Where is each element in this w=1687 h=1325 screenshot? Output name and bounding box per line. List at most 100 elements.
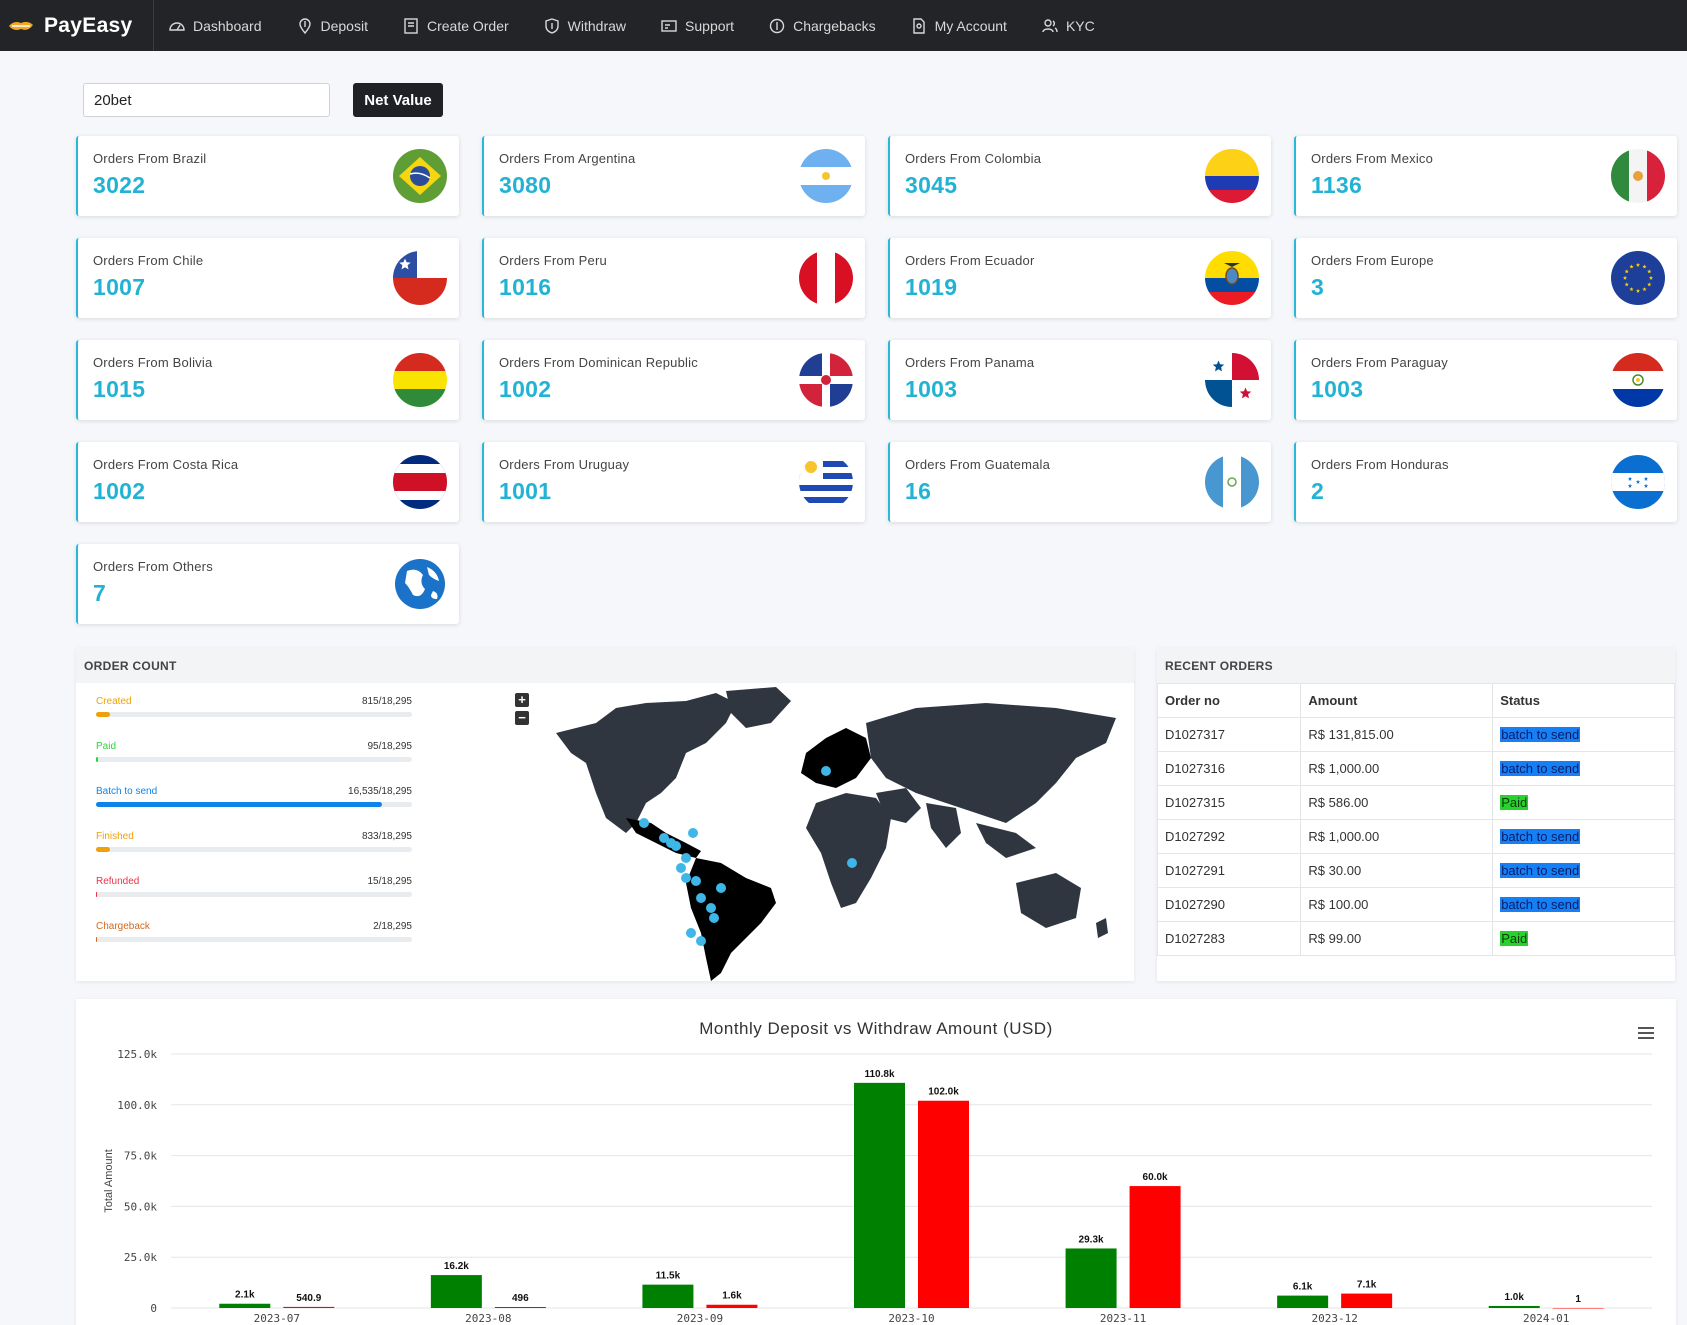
- bar-series-0: [1277, 1295, 1329, 1308]
- stat-card-globe[interactable]: Orders From Others 7: [76, 544, 459, 624]
- file-account-icon: [910, 17, 935, 35]
- status-name: Batch to send: [96, 786, 158, 797]
- table-row[interactable]: D1027290 R$ 100.00 batch to send: [1156, 887, 1675, 922]
- brand[interactable]: PayEasy: [0, 0, 154, 51]
- stat-card-colombia[interactable]: Orders From Colombia 3045: [888, 136, 1271, 216]
- card-value: 3: [1311, 274, 1325, 300]
- stat-card-uruguay[interactable]: Orders From Uruguay 1001: [482, 442, 865, 522]
- data-label: 6.1k: [1293, 1282, 1313, 1293]
- card-label: Orders From Ecuador: [905, 253, 1035, 268]
- status-progress-track: [96, 892, 412, 897]
- brand-name: PayEasy: [44, 13, 133, 37]
- flag-mexico-icon: [1611, 149, 1665, 203]
- card-value: 7: [93, 580, 107, 606]
- bar-series-1: [706, 1304, 758, 1308]
- chart-menu-icon[interactable]: [1638, 1027, 1654, 1041]
- order-status-finished: Finished 833/18,295: [96, 831, 412, 876]
- world-map[interactable]: [536, 683, 1176, 981]
- nav-item-support[interactable]: Support: [660, 17, 734, 35]
- card-label: Orders From Guatemala: [905, 457, 1051, 472]
- nav-item-withdraw[interactable]: Withdraw: [543, 17, 626, 35]
- y-axis-label: Total Amount: [103, 1149, 115, 1213]
- stat-card-costarica[interactable]: Orders From Costa Rica 1002: [76, 442, 459, 522]
- deposit-withdraw-chart: 0 25.0k 50.0k 75.0k 100.0k 125.0k Total Amount…: [76, 999, 1676, 1325]
- status-progress-fill: [96, 757, 98, 762]
- nav-item-kyc[interactable]: KYC: [1041, 17, 1095, 35]
- card-label: Orders From Paraguay: [1311, 355, 1448, 370]
- map-greenland: [726, 687, 791, 728]
- order-status-cell: Paid: [1492, 785, 1675, 820]
- status-progress-fill: [96, 802, 382, 807]
- status-name: Chargeback: [96, 921, 150, 932]
- flag-guatemala-icon: [1205, 455, 1259, 509]
- nav-item-dashboard[interactable]: Dashboard: [168, 17, 262, 35]
- ticket-icon: [660, 17, 685, 35]
- card-value: 1136: [1311, 172, 1363, 198]
- status-name: Created: [96, 696, 132, 707]
- status-progress-track: [96, 847, 412, 852]
- data-label: 29.3k: [1079, 1234, 1104, 1245]
- flag-colombia-icon: [1205, 149, 1259, 203]
- table-row[interactable]: D1027291 R$ 30.00 batch to send: [1156, 853, 1675, 888]
- flag-panama-icon: [1205, 353, 1259, 407]
- stat-card-bolivia[interactable]: Orders From Bolivia 1015: [76, 340, 459, 420]
- y-tick-label: 25.0k: [124, 1251, 157, 1264]
- stat-card-paraguay[interactable]: Orders From Paraguay 1003: [1294, 340, 1677, 420]
- stat-card-guatemala[interactable]: Orders From Guatemala 16: [888, 442, 1271, 522]
- data-label: 60.0k: [1143, 1172, 1168, 1183]
- stat-card-honduras[interactable]: Orders From Honduras 2: [1294, 442, 1677, 522]
- order-status-cell: batch to send: [1492, 717, 1675, 752]
- map-europe: [801, 728, 871, 788]
- status-badge: batch to send: [1500, 829, 1581, 844]
- column-header-amount: Amount: [1300, 683, 1494, 718]
- merchant-input[interactable]: [83, 83, 330, 117]
- status-name: Finished: [96, 831, 134, 842]
- status-count: 815/18,295: [361, 696, 412, 707]
- stat-card-chile[interactable]: Orders From Chile 1007: [76, 238, 459, 318]
- card-label: Orders From Peru: [499, 253, 607, 268]
- order-status-cell: Paid: [1492, 921, 1675, 956]
- brand-logo-icon: [9, 21, 33, 30]
- card-label: Orders From Brazil: [93, 151, 207, 166]
- bar-series-1: [283, 1306, 335, 1308]
- net-value-button[interactable]: Net Value: [353, 83, 443, 117]
- table-row[interactable]: D1027315 R$ 586.00 Paid: [1156, 785, 1675, 820]
- bar-series-0: [642, 1284, 694, 1308]
- order-status-chargeback: Chargeback 2/18,295: [96, 921, 412, 966]
- flag-globe-icon: [393, 557, 447, 611]
- order-number: D1027316: [1156, 751, 1302, 786]
- stat-card-argentina[interactable]: Orders From Argentina 3080: [482, 136, 865, 216]
- status-badge: Paid: [1500, 931, 1529, 946]
- order-status-created: Created 815/18,295: [96, 696, 412, 741]
- table-row[interactable]: D1027292 R$ 1,000.00 batch to send: [1156, 819, 1675, 854]
- stat-card-panama[interactable]: Orders From Panama 1003: [888, 340, 1271, 420]
- stat-card-brazil[interactable]: Orders From Brazil 3022: [76, 136, 459, 216]
- nav-label: Dashboard: [193, 17, 262, 34]
- stat-card-ecuador[interactable]: Orders From Ecuador 1019: [888, 238, 1271, 318]
- order-amount: R$ 30.00: [1300, 853, 1494, 888]
- stat-card-dominican[interactable]: Orders From Dominican Republic 1002: [482, 340, 865, 420]
- stat-card-peru[interactable]: Orders From Peru 1016: [482, 238, 865, 318]
- table-row[interactable]: D1027316 R$ 1,000.00 batch to send: [1156, 751, 1675, 786]
- y-tick-label: 125.0k: [117, 1048, 157, 1061]
- x-tick-label: 2023-07: [254, 1312, 300, 1325]
- stat-card-mexico[interactable]: Orders From Mexico 1136: [1294, 136, 1677, 216]
- status-badge: Paid: [1500, 795, 1529, 810]
- map-zoom-out-button[interactable]: −: [515, 711, 529, 725]
- order-number: D1027283: [1156, 921, 1302, 956]
- nav-item-chargebacks[interactable]: Chargebacks: [768, 17, 876, 35]
- map-zoom-in-button[interactable]: +: [515, 693, 529, 707]
- nav-item-create-order[interactable]: Create Order: [402, 17, 509, 35]
- nav-item-deposit[interactable]: Deposit: [296, 17, 368, 35]
- card-value: 1003: [1311, 376, 1364, 402]
- x-tick-label: 2023-11: [1100, 1312, 1146, 1325]
- table-row[interactable]: D1027283 R$ 99.00 Paid: [1156, 921, 1675, 956]
- nav-item-my-account[interactable]: My Account: [910, 17, 1007, 35]
- order-number: D1027290: [1156, 887, 1302, 922]
- stat-card-europe[interactable]: Orders From Europe 3: [1294, 238, 1677, 318]
- nav-menu: Dashboard Deposit Create Order Withdraw Supp…: [154, 17, 1129, 35]
- table-row[interactable]: D1027317 R$ 131,815.00 batch to send: [1156, 717, 1675, 752]
- recent-orders-table: Order no Amount Status D1027317 R$ 131,81…: [1156, 683, 1675, 956]
- status-count: 2/18,295: [373, 921, 412, 932]
- top-navbar: PayEasy Dashboard Deposit Create Order With…: [0, 0, 1687, 51]
